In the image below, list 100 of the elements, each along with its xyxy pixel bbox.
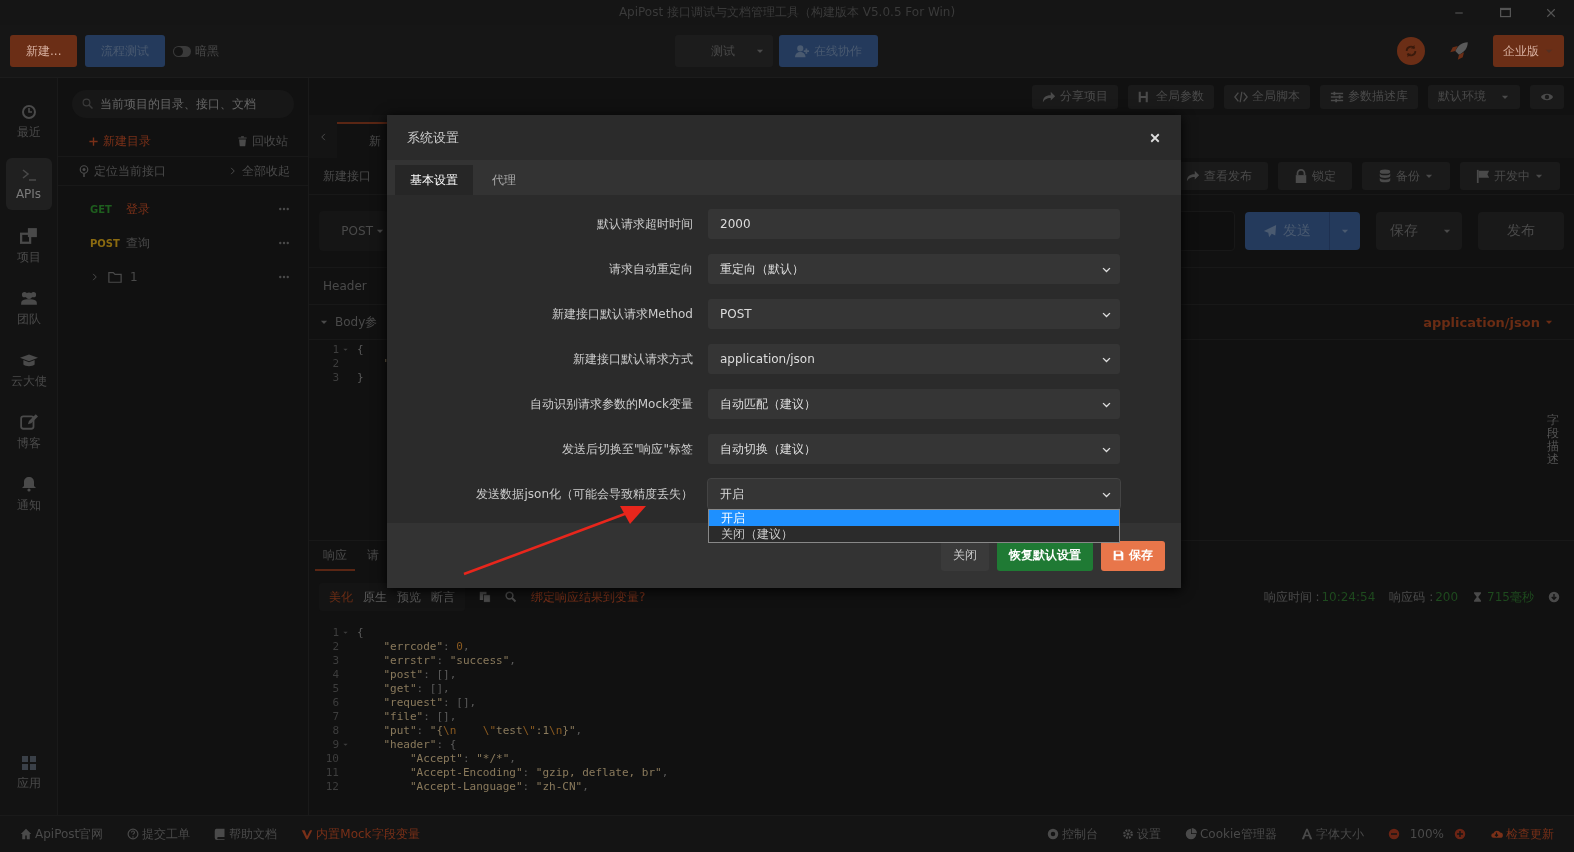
field-label: 发送数据json化（可能会导致精度丢失） xyxy=(475,485,693,503)
plus-icon xyxy=(88,135,99,147)
code-line: "header": { xyxy=(382,737,457,751)
code-line: { xyxy=(356,342,364,356)
select-field[interactable]: 开启 xyxy=(708,479,1120,509)
clock-icon xyxy=(20,103,37,120)
code-line: "errcode": 0, xyxy=(382,639,470,653)
field-label: 请求自动重定向 xyxy=(608,260,693,278)
status-code: 200 xyxy=(1435,590,1459,604)
paper-plane-icon xyxy=(1263,224,1277,238)
select-field[interactable]: 自动匹配（建议） xyxy=(708,389,1120,419)
user-plus-icon xyxy=(795,44,809,58)
field-label: 新建接口默认请求方式 xyxy=(572,350,693,368)
search-field[interactable]: 当前项目的目录、接口、文档 xyxy=(72,90,294,118)
new-folder-link[interactable]: 新建目录 xyxy=(88,132,151,150)
view-mode-tab[interactable]: 美化 xyxy=(325,588,357,606)
dropdown-option[interactable]: 开启 xyxy=(709,510,1119,526)
view-mode-tab[interactable]: 断言 xyxy=(427,588,459,606)
select-field[interactable]: POST xyxy=(708,299,1120,329)
method-label: GET xyxy=(90,203,113,215)
dark-mode-switch[interactable] xyxy=(173,45,192,57)
check-update-link[interactable]: 检查更新 xyxy=(1490,825,1554,843)
settings-tab[interactable]: 代理 xyxy=(477,165,531,195)
code-line: "Accept": "*/*", xyxy=(408,751,516,765)
field-label: 自动识别请求参数的Mock变量 xyxy=(528,395,693,413)
hourglass-icon xyxy=(1472,591,1484,603)
field-label: 默认请求超时时间 xyxy=(596,215,693,233)
floppy-icon xyxy=(1113,550,1124,561)
font-icon xyxy=(1300,828,1313,840)
zoom-out-icon xyxy=(1387,828,1400,840)
close-button[interactable] xyxy=(1149,131,1161,144)
database-icon xyxy=(1378,169,1392,183)
flag-icon xyxy=(1476,169,1490,183)
enterprise-button[interactable]: 企业版 xyxy=(1493,35,1564,67)
code-line: "get": [], xyxy=(382,681,450,695)
share-icon xyxy=(1042,89,1056,104)
rocket-icon xyxy=(1449,41,1469,61)
sync-button[interactable] xyxy=(1397,37,1425,65)
input-field[interactable]: 2000 xyxy=(708,209,1120,239)
select-field[interactable]: 重定向（默认） xyxy=(708,254,1120,284)
send-menu-button[interactable] xyxy=(1329,212,1360,250)
code-icon xyxy=(1234,89,1248,104)
dropdown-option[interactable]: 关闭（建议） xyxy=(709,526,1119,542)
pie-icon xyxy=(1184,828,1197,840)
response-time: 10:24:54 xyxy=(1321,590,1376,604)
field-description-tab[interactable]: 字段描述 xyxy=(1547,413,1559,467)
settings-tab[interactable]: 基本设置 xyxy=(395,165,473,195)
code-line: "file": [], xyxy=(382,709,457,723)
save-menu-button[interactable] xyxy=(1432,212,1462,250)
select-field[interactable]: application/json xyxy=(708,344,1120,374)
book-icon xyxy=(214,828,227,840)
download-icon xyxy=(1548,591,1560,603)
close-icon xyxy=(1149,131,1161,144)
code-line: { xyxy=(356,625,364,639)
method-label: POST xyxy=(90,237,118,249)
copy-icon xyxy=(479,591,491,603)
visibility-button[interactable] xyxy=(1530,84,1564,109)
folder-icon xyxy=(108,270,122,284)
content-type-select[interactable]: application/json xyxy=(1423,314,1564,330)
chrome-icon xyxy=(1046,828,1059,840)
code-line: "post": [], xyxy=(382,667,457,681)
view-mode-tab[interactable]: 原生 xyxy=(359,588,391,606)
home-icon xyxy=(20,828,32,840)
field-label: 新建接口默认请求Method xyxy=(551,305,693,323)
new-button[interactable]: 新建... xyxy=(10,35,78,67)
chevron-right-icon xyxy=(228,166,238,176)
search-icon xyxy=(505,591,517,603)
maximize-icon xyxy=(1498,6,1512,19)
pin-icon xyxy=(78,165,90,177)
edit-icon xyxy=(19,412,38,431)
v-icon xyxy=(301,828,314,840)
code-line: "request": [], xyxy=(382,695,477,709)
dialog-button[interactable]: 保存 xyxy=(1101,540,1165,571)
view-mode-tab[interactable]: 预览 xyxy=(393,588,425,606)
share-icon xyxy=(1186,169,1200,183)
code-line: "put": "{\n \"test\":1\n}", xyxy=(382,723,583,737)
header-tab[interactable]: Header xyxy=(323,279,367,293)
search-icon xyxy=(82,98,94,110)
grid-icon xyxy=(20,754,37,771)
request-name[interactable]: 登录 xyxy=(126,200,270,218)
code-line: "errstr": "success", xyxy=(382,653,516,667)
code-line: "Accept-Language": "zh-CN", xyxy=(408,779,589,793)
help-icon xyxy=(127,828,140,840)
code-line: "Accept-Encoding": "gzip, deflate, br", xyxy=(408,765,669,779)
folder-name[interactable]: 1 xyxy=(130,270,270,284)
select-field[interactable]: 自动切换（建议） xyxy=(708,434,1120,464)
sync-icon xyxy=(1404,44,1418,58)
code-line: } xyxy=(356,370,364,384)
lock-icon xyxy=(1294,169,1308,183)
search-input[interactable]: 当前项目的目录、接口、文档 xyxy=(98,96,284,112)
close-icon xyxy=(1545,6,1557,19)
field-label: 发送后切换至"响应"标签 xyxy=(560,440,693,458)
squares-icon xyxy=(19,226,38,245)
trash-icon xyxy=(237,135,248,147)
zoom-in-icon xyxy=(1454,828,1466,840)
bell-icon xyxy=(20,474,37,493)
bind-variable-link[interactable]: 绑定响应结果到变量? xyxy=(531,588,646,606)
status-link[interactable]: 内置Mock字段变量 xyxy=(301,825,420,843)
gear-icon xyxy=(1121,828,1134,840)
nav-item[interactable]: APIs xyxy=(5,158,52,210)
